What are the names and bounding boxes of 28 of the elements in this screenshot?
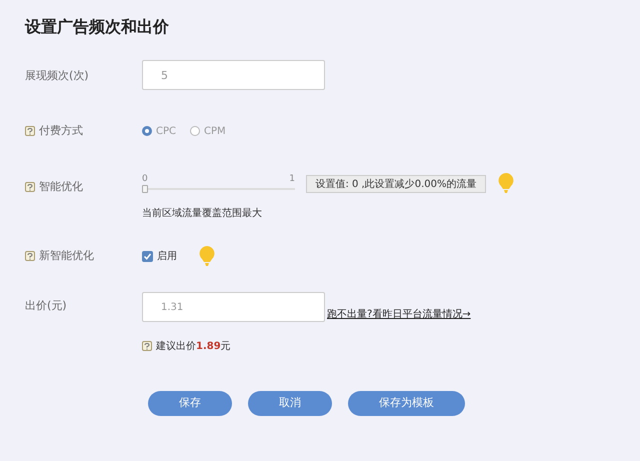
radio-option[interactable]: CPC xyxy=(142,124,176,138)
traffic-link[interactable]: 跑不出量?看昨日平台流量情况→ xyxy=(327,307,471,322)
field-label: 智能优化 xyxy=(39,179,83,195)
checkbox[interactable] xyxy=(142,250,153,262)
slider-thumb[interactable] xyxy=(142,185,148,193)
frequency-input[interactable]: 5 xyxy=(142,60,325,90)
enable-checkbox[interactable]: 启用 xyxy=(142,248,177,264)
coverage-note: 当前区域流量覆盖范围最大 xyxy=(142,206,263,221)
field-label: 出价(元) xyxy=(25,298,67,314)
field-label: 付费方式 xyxy=(39,122,83,139)
slider-max: 1 xyxy=(289,175,295,184)
bid-input[interactable]: 1.31 xyxy=(142,292,325,322)
field-label: 展现频次(次) xyxy=(25,68,89,84)
action-button[interactable]: 保存为模板 xyxy=(348,391,465,416)
help-icon[interactable] xyxy=(25,251,35,261)
slider-min: 0 xyxy=(142,175,148,184)
help-icon[interactable] xyxy=(142,341,152,351)
action-button[interactable]: 保存 xyxy=(148,391,232,416)
suggested-bid: 建议出价1.89元 xyxy=(156,340,231,354)
setting-value-box: 设置值: 0 ,此设置减少0.00%的流量 xyxy=(306,175,486,193)
field-label: 新智能优化 xyxy=(39,248,94,264)
lightbulb-icon xyxy=(498,173,514,193)
page-title: 设置广告频次和出价 xyxy=(25,16,170,38)
radio-option[interactable]: CPM xyxy=(190,124,226,138)
lightbulb-icon xyxy=(199,246,215,266)
action-button[interactable]: 取消 xyxy=(248,391,332,416)
help-icon[interactable] xyxy=(25,182,35,192)
help-icon[interactable] xyxy=(25,126,35,136)
